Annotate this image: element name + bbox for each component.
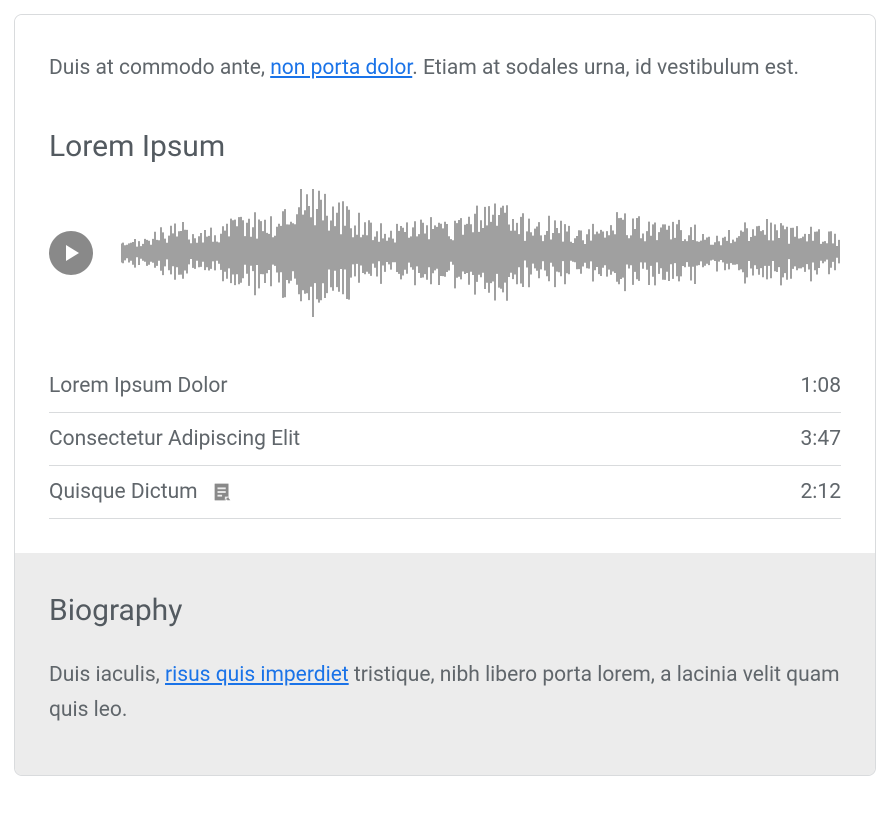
track-title: Consectetur Adipiscing Elit (49, 427, 300, 451)
main-section: Duis at commodo ante, non porta dolor. E… (15, 15, 875, 553)
biography-text: Duis iaculis, risus quis imperdiet trist… (49, 658, 841, 729)
biography-heading: Biography (49, 593, 841, 628)
track-row[interactable]: Lorem Ipsum Dolor 1:08 (49, 360, 841, 413)
play-button[interactable] (49, 231, 93, 275)
audio-title: Lorem Ipsum (49, 129, 841, 164)
track-list: Lorem Ipsum Dolor 1:08 Consectetur Adipi… (49, 360, 841, 519)
intro-link[interactable]: non porta dolor (270, 56, 412, 80)
content-card: Duis at commodo ante, non porta dolor. E… (14, 14, 876, 776)
track-row[interactable]: Quisque Dictum 2:12 (49, 466, 841, 519)
audio-player (49, 188, 841, 318)
track-time: 2:12 (801, 480, 842, 504)
intro-text-before: Duis at commodo ante, (49, 56, 270, 80)
track-time: 3:47 (801, 427, 842, 451)
bio-text-before: Duis iaculis, (49, 663, 165, 687)
biography-section: Biography Duis iaculis, risus quis imper… (15, 553, 875, 775)
note-icon (212, 481, 234, 503)
bio-link[interactable]: risus quis imperdiet (165, 663, 349, 687)
track-title: Quisque Dictum (49, 480, 198, 504)
play-icon (61, 243, 81, 263)
track-title: Lorem Ipsum Dolor (49, 374, 227, 398)
intro-paragraph: Duis at commodo ante, non porta dolor. E… (49, 51, 841, 87)
intro-text-after: . Etiam at sodales urna, id vestibulum e… (412, 56, 799, 80)
waveform[interactable] (121, 188, 841, 318)
track-row[interactable]: Consectetur Adipiscing Elit 3:47 (49, 413, 841, 466)
track-time: 1:08 (801, 374, 842, 398)
